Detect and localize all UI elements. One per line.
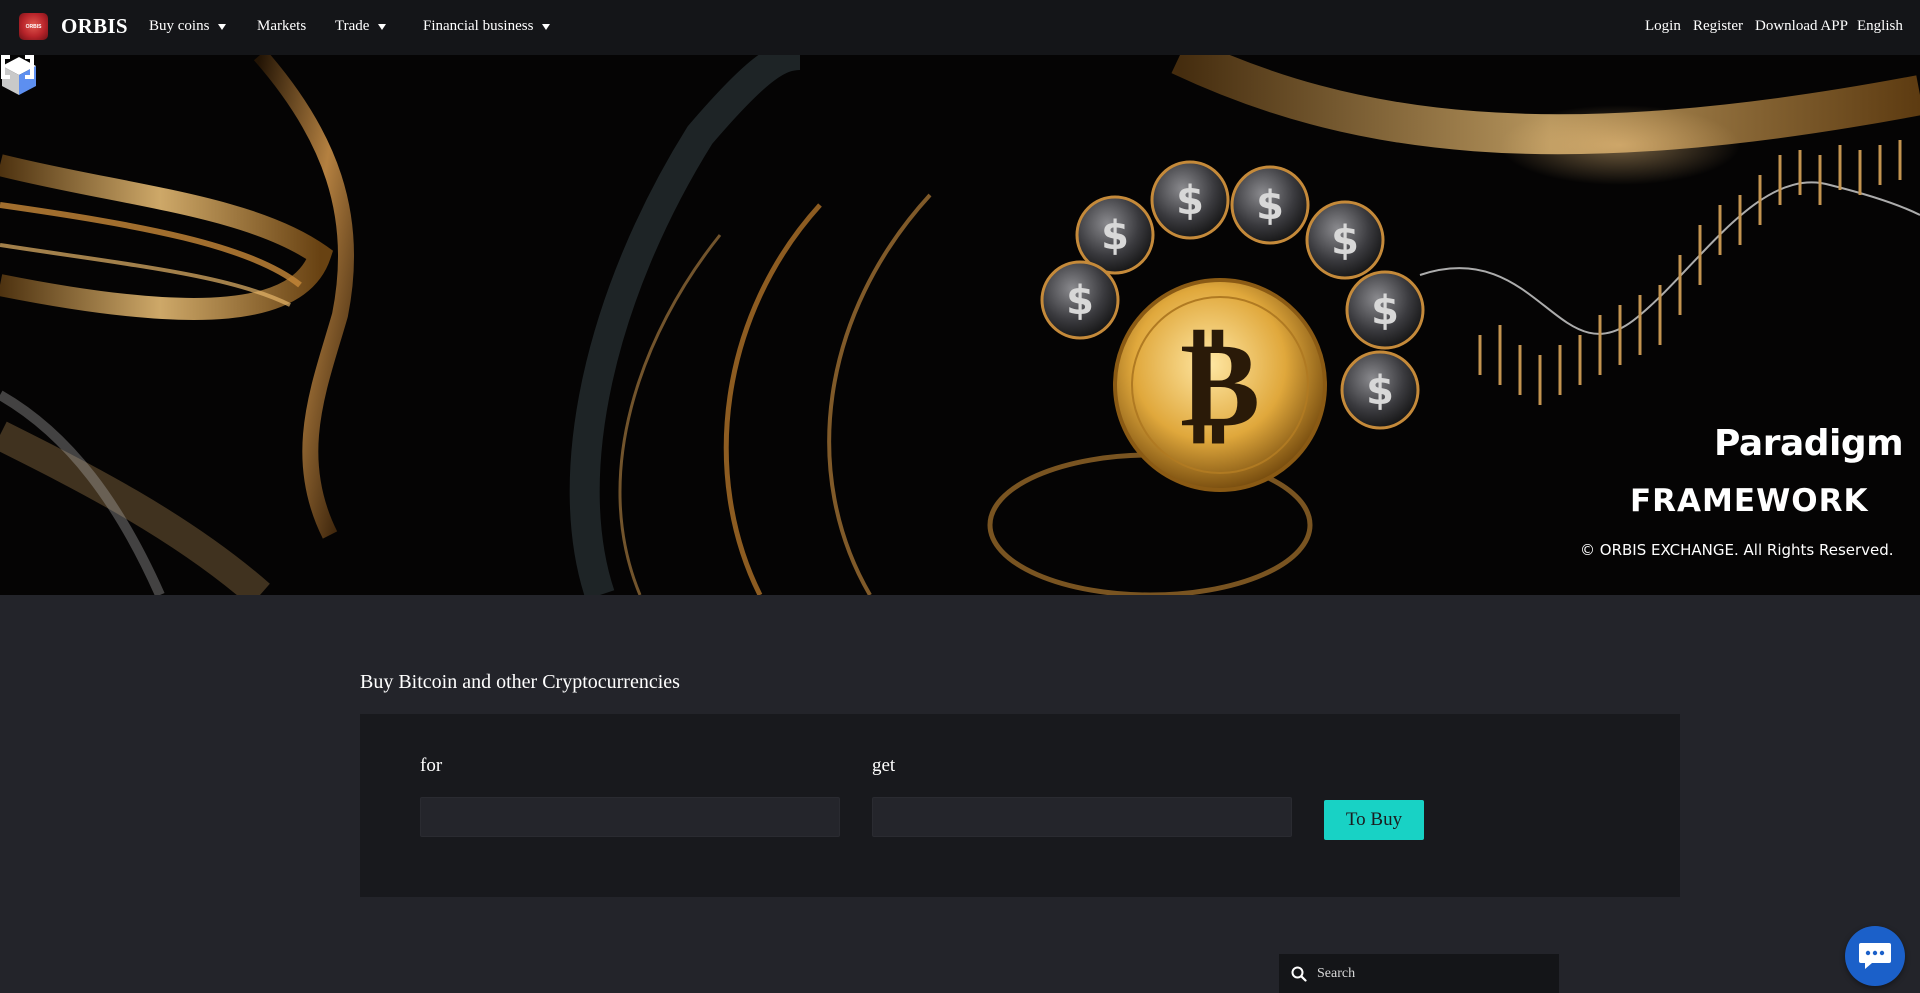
for-amount-input[interactable]: [420, 797, 840, 837]
brand-name[interactable]: ORBIS: [61, 14, 128, 39]
svg-text:$: $: [1176, 178, 1204, 224]
nav-buy-coins[interactable]: Buy coins: [149, 18, 227, 35]
caret-down-icon: [218, 23, 227, 30]
get-amount-input[interactable]: [872, 797, 1292, 837]
bitcoin-coin-art: ₿: [1113, 278, 1327, 492]
caret-down-icon: [378, 23, 387, 30]
login-link[interactable]: Login: [1645, 18, 1681, 35]
buy-form-panel: for get To Buy: [360, 714, 1680, 897]
svg-text:$: $: [1101, 213, 1129, 259]
top-navbar: ORBIS ORBIS Buy coins Markets Trade Fina…: [0, 0, 1920, 55]
nav-markets-label: Markets: [257, 18, 307, 34]
nav-buy-coins-label: Buy coins: [149, 18, 210, 34]
svg-text:$: $: [1066, 278, 1094, 324]
hero-banner: $ $ $ $ $ $ $ ₿ Paradigm FRAMEWORK © ORBIS E…: [0, 55, 1920, 595]
get-label: get: [872, 755, 896, 776]
download-app-link[interactable]: Download APP: [1755, 18, 1848, 35]
nav-financial-business[interactable]: Financial business: [423, 18, 551, 35]
framework-bracket-icon: [1, 55, 34, 79]
framework-wordmark: FRAMEWORK: [1630, 483, 1869, 519]
svg-text:$: $: [1371, 288, 1399, 334]
copyright-text: © ORBIS EXCHANGE. All Rights Reserved.: [1580, 541, 1894, 559]
language-selector[interactable]: English: [1857, 18, 1903, 35]
search-input[interactable]: [1317, 965, 1547, 982]
register-link[interactable]: Register: [1693, 18, 1743, 35]
svg-text:$: $: [1256, 183, 1284, 229]
buy-section-title: Buy Bitcoin and other Cryptocurrencies: [360, 671, 680, 693]
market-search[interactable]: [1279, 954, 1559, 993]
caret-down-icon: [542, 23, 551, 30]
paradigm-wordmark: Paradigm: [1714, 423, 1904, 464]
nav-financial-business-label: Financial business: [423, 18, 534, 34]
svg-text:$: $: [1366, 368, 1394, 414]
nav-trade-label: Trade: [335, 18, 370, 34]
chat-bubble-icon: [1859, 943, 1891, 969]
to-buy-button[interactable]: To Buy: [1324, 800, 1424, 840]
for-label: for: [420, 755, 443, 776]
live-chat-button[interactable]: [1845, 926, 1905, 986]
search-icon: [1291, 966, 1307, 982]
svg-text:₿: ₿: [1180, 315, 1260, 454]
nav-trade[interactable]: Trade: [335, 18, 387, 35]
orbis-logo-icon[interactable]: ORBIS: [19, 13, 48, 40]
nav-markets[interactable]: Markets: [257, 18, 306, 35]
logo-mark-text: ORBIS: [25, 23, 42, 30]
svg-text:$: $: [1331, 218, 1359, 264]
